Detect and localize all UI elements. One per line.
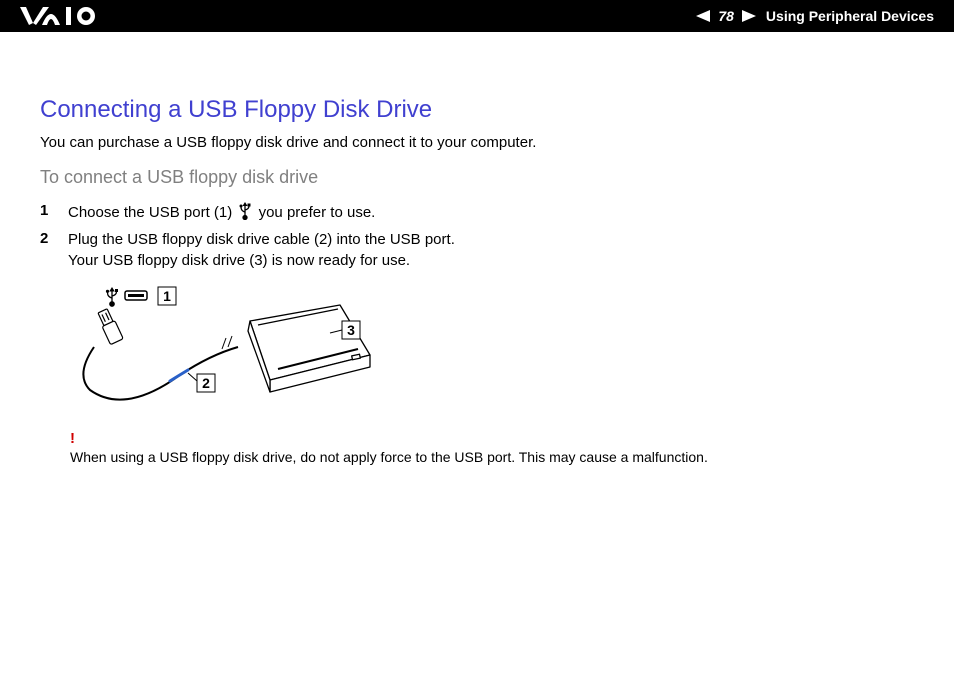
callout-3: 3 bbox=[347, 322, 355, 338]
section-title: Using Peripheral Devices bbox=[766, 8, 934, 24]
step-body: Plug the USB floppy disk drive cable (2)… bbox=[68, 230, 914, 271]
step-number: 1 bbox=[40, 202, 68, 219]
step-text: Plug the USB floppy disk drive cable (2)… bbox=[68, 231, 455, 248]
usb-port-icon bbox=[125, 291, 147, 300]
prev-page-button[interactable] bbox=[694, 9, 712, 23]
vaio-logo bbox=[20, 7, 110, 25]
step-text: Your USB floppy disk drive (3) is now re… bbox=[68, 252, 410, 269]
warning-text: When using a USB floppy disk drive, do n… bbox=[40, 449, 914, 465]
step-text: Choose the USB port (1) bbox=[68, 204, 236, 221]
intro-text: You can purchase a USB floppy disk drive… bbox=[40, 134, 914, 151]
callout-2: 2 bbox=[202, 375, 210, 391]
step-2: 2 Plug the USB floppy disk drive cable (… bbox=[40, 230, 914, 271]
usb-icon bbox=[106, 287, 118, 306]
callout-1: 1 bbox=[163, 288, 171, 304]
header-right: 78 Using Peripheral Devices bbox=[692, 8, 934, 24]
warning-icon: ! bbox=[40, 430, 914, 447]
usb-connector-icon bbox=[96, 308, 123, 345]
subheading: To connect a USB floppy disk drive bbox=[40, 167, 914, 188]
floppy-drive-icon bbox=[248, 305, 370, 392]
next-page-button[interactable] bbox=[740, 9, 758, 23]
step-1: 1 Choose the USB port (1) you prefer to … bbox=[40, 202, 914, 226]
steps-list: 1 Choose the USB port (1) you prefer to … bbox=[40, 202, 914, 271]
step-number: 2 bbox=[40, 230, 68, 247]
step-body: Choose the USB port (1) you prefer to us… bbox=[68, 202, 914, 226]
usb-floppy-diagram: 1 2 bbox=[70, 285, 914, 420]
header-bar: 78 Using Peripheral Devices bbox=[0, 0, 954, 32]
usb-icon bbox=[238, 202, 252, 226]
page-title: Connecting a USB Floppy Disk Drive bbox=[40, 96, 914, 124]
page-content: Connecting a USB Floppy Disk Drive You c… bbox=[0, 32, 954, 465]
page-number: 78 bbox=[718, 8, 734, 24]
step-text: you prefer to use. bbox=[254, 204, 375, 221]
